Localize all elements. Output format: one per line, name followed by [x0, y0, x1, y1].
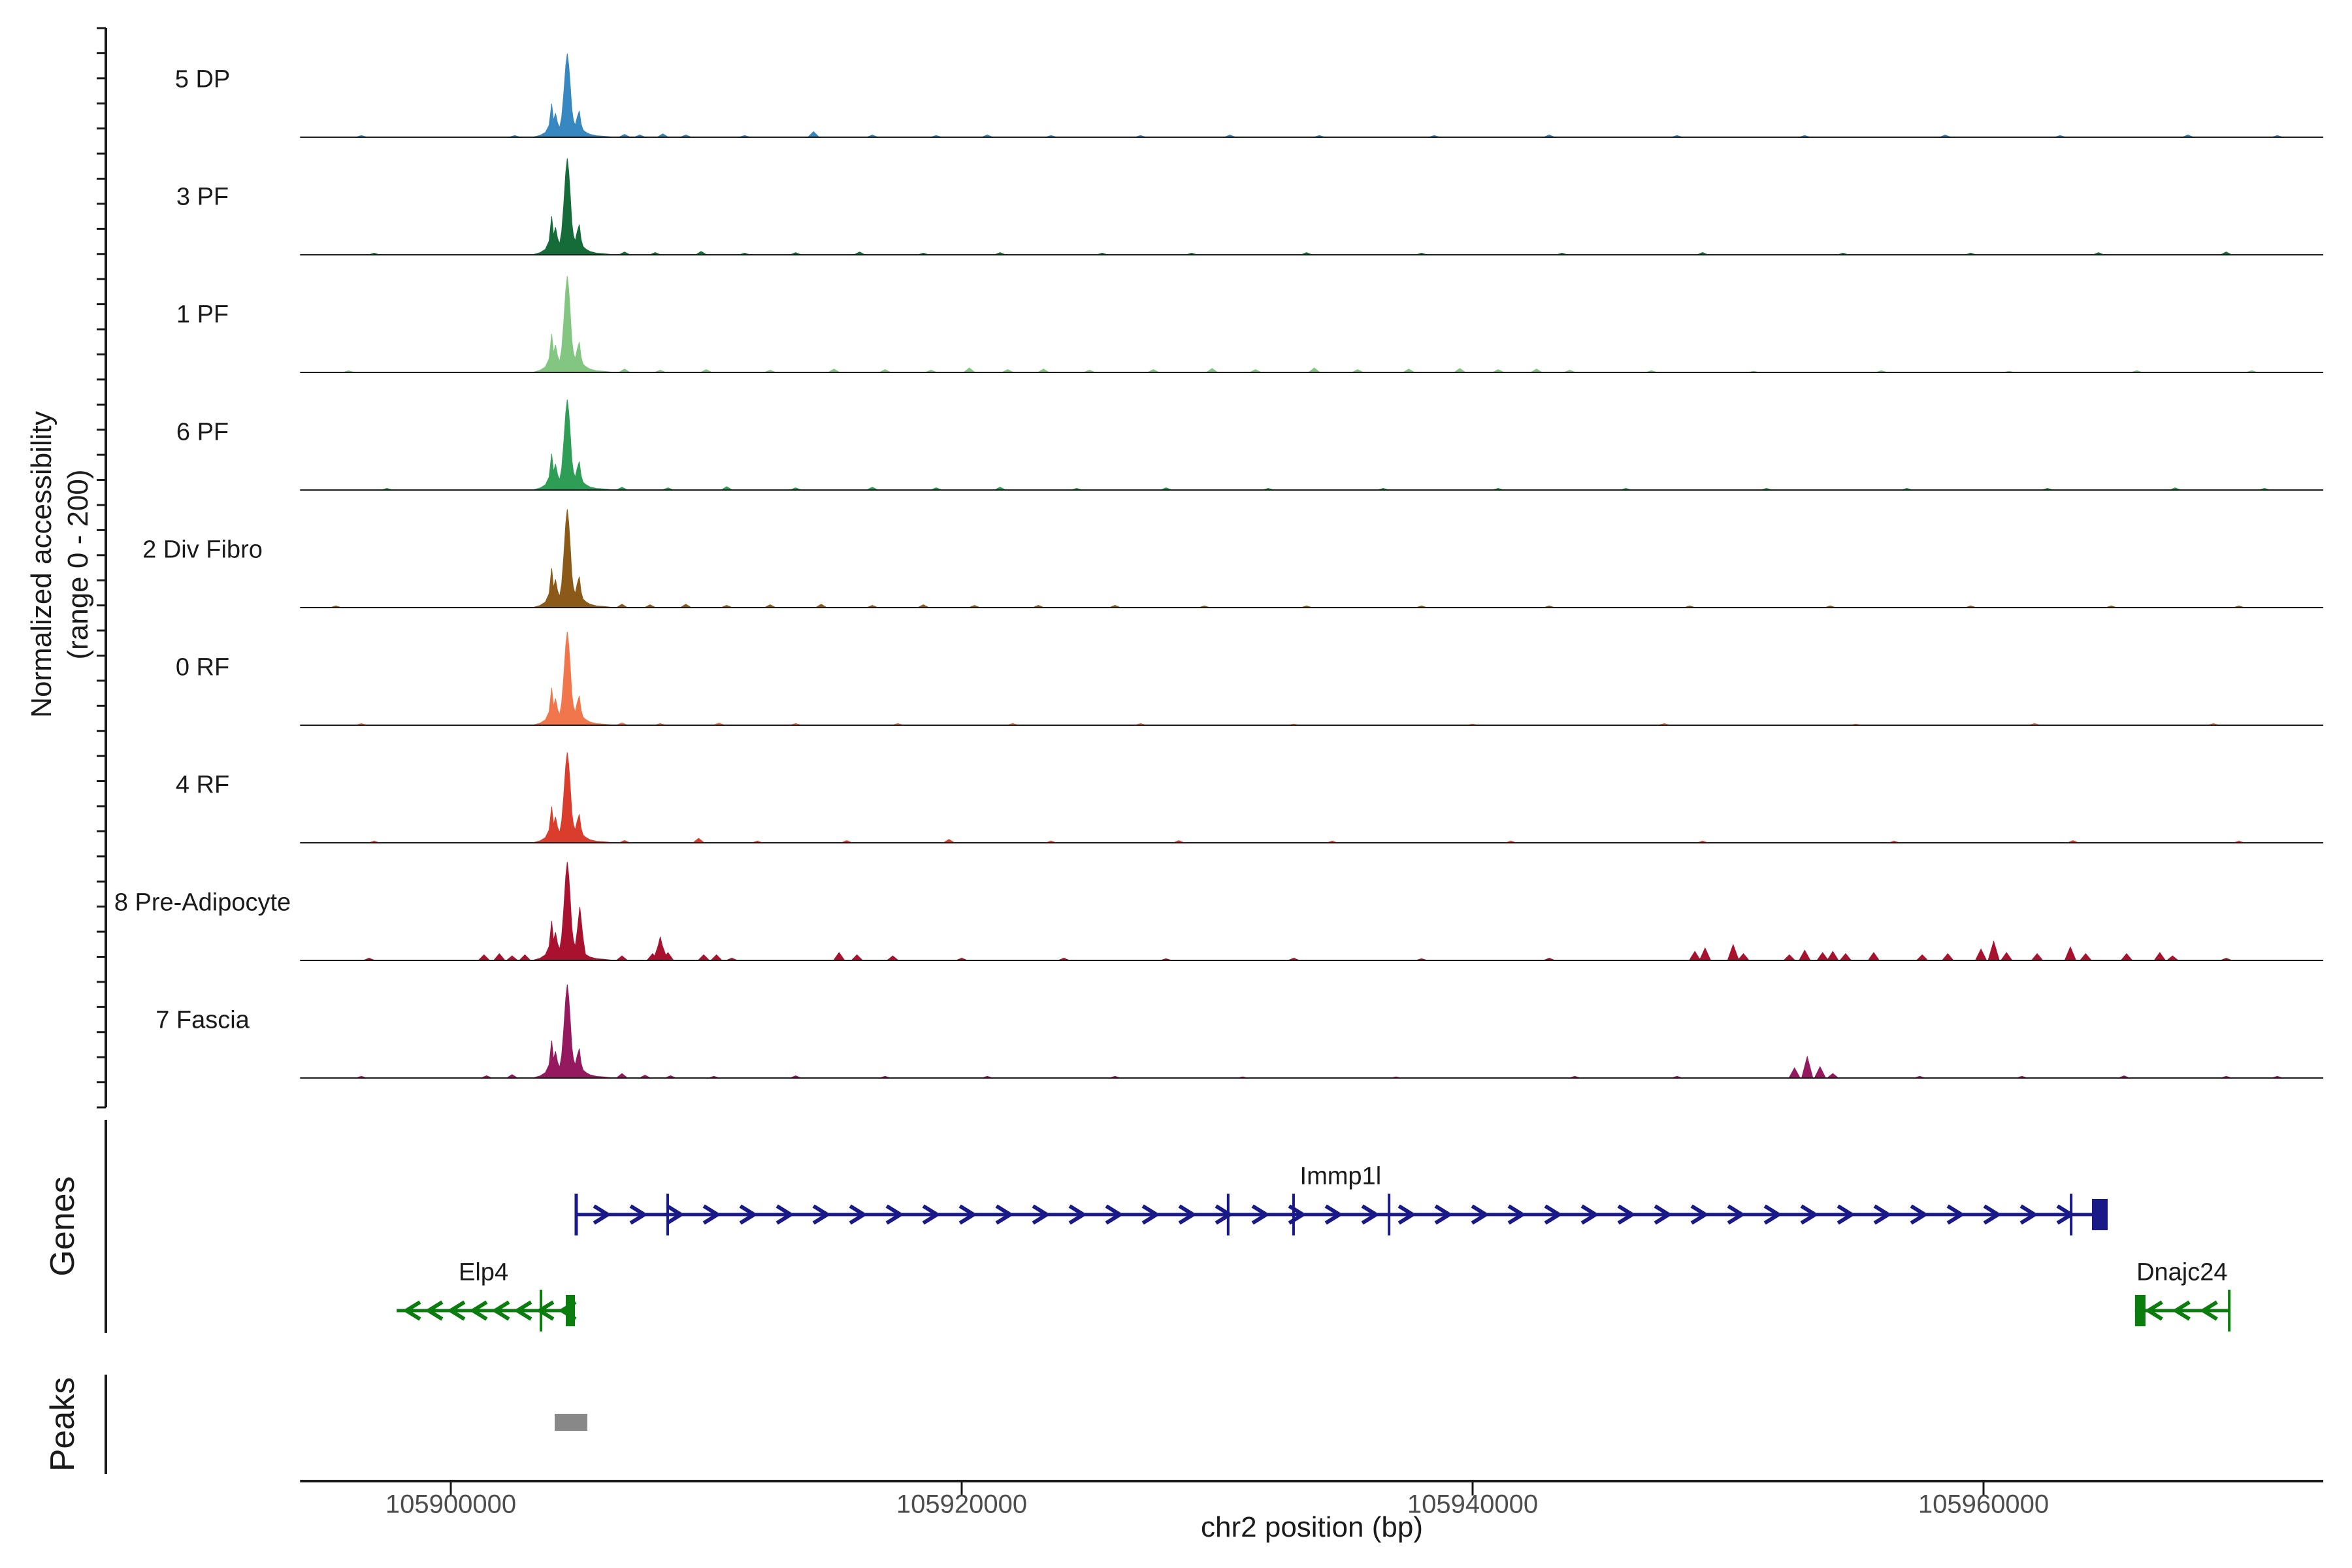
- track-label-9: 7 Fascia: [155, 1007, 250, 1035]
- signal-track-9: [300, 985, 2323, 1078]
- track-label-4: 6 PF: [176, 419, 229, 447]
- x-tick-label-2: 105920000: [896, 1490, 1027, 1520]
- gene-label-Dnajc24: Dnajc24: [2136, 1259, 2227, 1287]
- signal-track-4: [300, 400, 2323, 491]
- track-label-5: 2 Div Fibro: [142, 536, 263, 564]
- gene-exon-box-Elp4: [566, 1295, 575, 1326]
- signal-track-5: [300, 510, 2323, 608]
- y-axis-label: Normalized accessibility (range 0 - 200): [24, 411, 97, 717]
- gene-label-Immp1l: Immp1l: [1300, 1163, 1382, 1191]
- signal-track-8: [300, 862, 2323, 961]
- signal-track-7: [300, 753, 2323, 843]
- gene-exon-box-Dnajc24: [2135, 1295, 2146, 1326]
- track-label-2: 3 PF: [176, 184, 229, 212]
- signal-track-1: [300, 54, 2323, 137]
- gene-label-Elp4: Elp4: [459, 1259, 508, 1287]
- track-label-3: 1 PF: [176, 301, 229, 329]
- track-label-8: 8 Pre-Adipocyte: [114, 889, 291, 917]
- signal-track-2: [300, 159, 2323, 255]
- peaks-section-label: Peaks: [43, 1377, 82, 1472]
- signal-track-6: [300, 632, 2323, 725]
- genome-browser-figure: Normalized accessibility (range 0 - 200)…: [0, 0, 2352, 1568]
- x-tick-label-3: 105940000: [1407, 1490, 1538, 1520]
- gene-exon-box-Immp1l: [2092, 1199, 2108, 1230]
- x-tick-label-4: 105960000: [1918, 1490, 2049, 1520]
- tracks-plot: [0, 0, 2352, 1568]
- genes-section-label: Genes: [43, 1176, 82, 1276]
- track-label-7: 4 RF: [176, 772, 229, 800]
- y-axis-label-line2: (range 0 - 200): [60, 411, 97, 717]
- x-tick-label-1: 105900000: [385, 1490, 516, 1520]
- signal-track-3: [300, 276, 2323, 373]
- track-label-6: 0 RF: [176, 654, 229, 682]
- peak-box-1: [555, 1414, 587, 1431]
- y-axis-label-line1: Normalized accessibility: [24, 411, 60, 717]
- track-label-1: 5 DP: [175, 66, 230, 94]
- x-axis-title: chr2 position (bp): [1201, 1511, 1423, 1544]
